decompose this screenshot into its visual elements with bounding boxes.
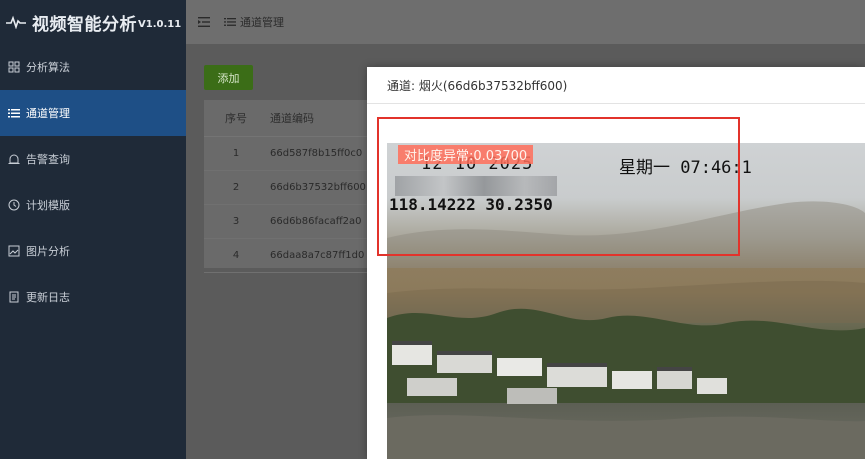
table-row[interactable]: 1 66d587f8b15ff0c0 <box>204 137 374 171</box>
menu-fold-icon[interactable] <box>198 17 210 27</box>
sidebar-item-label: 更新日志 <box>26 291 70 304</box>
channel-table: 序号 通道编码 1 66d587f8b15ff0c0 2 66d6b37532b… <box>204 100 374 273</box>
breadcrumb: 通道管理 <box>240 16 284 29</box>
alarm-icon <box>8 154 20 164</box>
sidebar-item-algorithm[interactable]: 分析算法 <box>0 44 186 90</box>
row-code: 66d587f8b15ff0c0 <box>270 148 363 159</box>
sidebar-item-changelog[interactable]: 更新日志 <box>0 274 186 320</box>
list-icon <box>8 109 20 118</box>
add-button[interactable]: 添加 <box>204 65 253 90</box>
sidebar-item-image-analysis[interactable]: 图片分析 <box>0 228 186 274</box>
row-no: 4 <box>232 250 240 261</box>
row-no: 3 <box>232 216 240 227</box>
top-bar: 通道管理 <box>186 0 865 44</box>
row-no: 2 <box>232 182 240 193</box>
highlight-box <box>377 117 740 256</box>
sidebar-item-label: 告警查询 <box>26 153 70 166</box>
clock-icon <box>8 199 20 211</box>
modal-title: 通道: 烟火(66d6b37532bff600) <box>387 78 568 93</box>
sidebar-item-label: 图片分析 <box>26 245 70 258</box>
sidebar-item-channels[interactable]: 通道管理 <box>0 90 186 136</box>
row-no: 1 <box>232 148 240 159</box>
document-icon <box>9 291 19 303</box>
table-row[interactable]: 2 66d6b37532bff600 <box>204 171 374 205</box>
row-code: 66d6b37532bff600 <box>270 182 366 193</box>
modal-header: 通道: 烟火(66d6b37532bff600) <box>367 67 865 104</box>
algorithm-icon <box>8 61 20 73</box>
app-version: V1.0.11 <box>138 19 182 30</box>
sidebar-item-label: 计划模版 <box>26 199 70 212</box>
sidebar: 视频智能分析 V1.0.11 分析算法 通道管理 告警查询 计划模版 图片分析 <box>0 0 186 459</box>
sidebar-item-label: 分析算法 <box>26 61 70 74</box>
image-icon <box>8 245 20 257</box>
brand: 视频智能分析 V1.0.11 <box>0 0 186 44</box>
column-header-no: 序号 <box>225 112 247 125</box>
sidebar-item-alarms[interactable]: 告警查询 <box>0 136 186 182</box>
column-header-code: 通道编码 <box>270 112 314 125</box>
row-code: 66d6b86facaff2a0 <box>270 216 362 227</box>
row-code: 66daa8a7c87ff1d0 <box>270 250 365 261</box>
table-header: 序号 通道编码 <box>204 100 374 137</box>
list-icon <box>224 18 236 26</box>
sidebar-item-plan-templates[interactable]: 计划模版 <box>0 182 186 228</box>
table-row[interactable]: 4 66daa8a7c87ff1d0 <box>204 239 374 273</box>
pulse-icon <box>6 15 26 29</box>
app-name: 视频智能分析 <box>32 14 137 35</box>
sidebar-item-label: 通道管理 <box>26 107 70 120</box>
table-row[interactable]: 3 66d6b86facaff2a0 <box>204 205 374 239</box>
